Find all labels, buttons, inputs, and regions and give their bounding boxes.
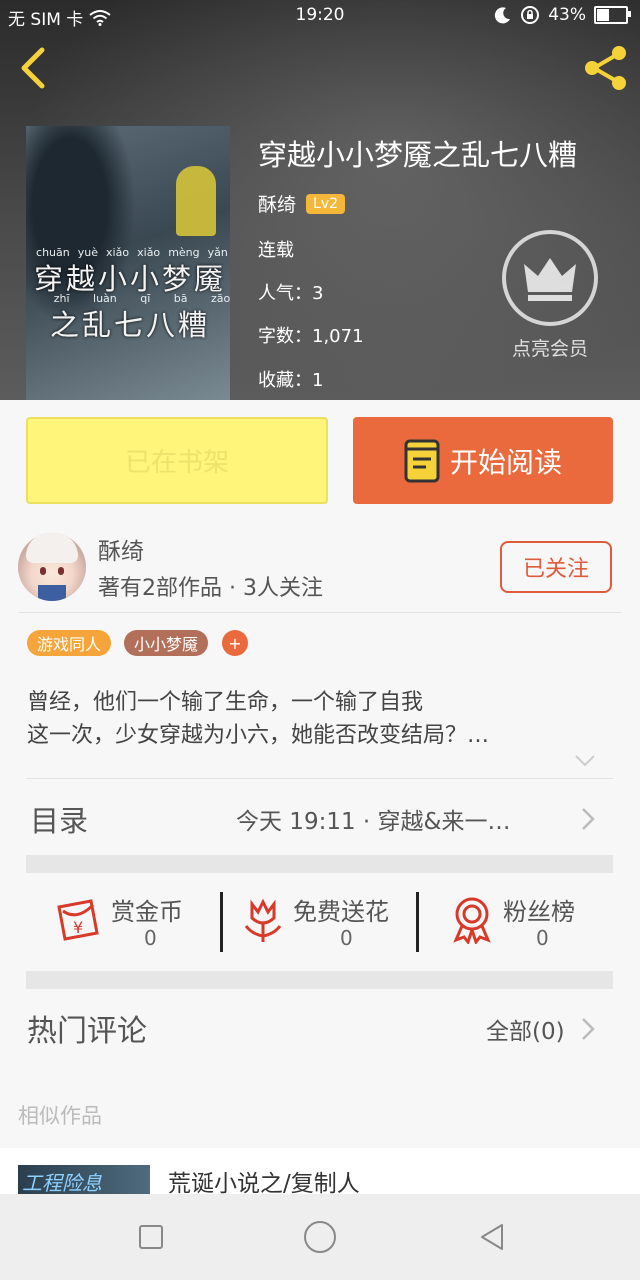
book-icon — [404, 439, 440, 482]
in-shelf-button[interactable]: 已在书架 — [26, 417, 328, 504]
section-separator — [26, 971, 613, 989]
follow-label: 已关注 — [522, 557, 589, 582]
chevron-right-icon[interactable] — [580, 1016, 596, 1042]
in-shelf-label: 已在书架 — [124, 448, 229, 478]
svg-text:¥: ¥ — [73, 918, 83, 937]
status-bar: 无 SIM 卡 19:20 43% — [0, 0, 640, 32]
back-button[interactable] — [14, 44, 54, 92]
cover-title-line2: 之乱七八糟 — [49, 308, 210, 342]
author-name[interactable]: 酥绮 — [98, 532, 144, 566]
stat-divider — [220, 892, 223, 952]
crown-icon — [524, 258, 576, 301]
stat-label: 免费送花 — [293, 898, 389, 926]
book-author-line: 酥绮 Lv2 — [258, 190, 346, 217]
stat-divider — [416, 892, 419, 952]
follow-button[interactable]: 已关注 — [500, 541, 612, 593]
similar-work-title: 荒诞小说之/复制人 — [168, 1171, 360, 1194]
author-stats: 著有2部作品 · 3人关注 — [98, 576, 323, 601]
similar-works-label: 相似作品 — [18, 1104, 102, 1128]
back-nav-icon[interactable] — [478, 1222, 506, 1252]
book-detail-content: 已在书架 开始阅读 酥绮 著有2部作品 · 3人关注 已关注 游戏同人 小小梦魇… — [0, 400, 640, 1194]
book-popularity: 人气：3 — [258, 283, 324, 304]
book-header: 无 SIM 卡 19:20 43% chuān yuè xiǎo xiǎo mè… — [0, 0, 640, 400]
cover-yellow-figure — [176, 166, 216, 236]
stat-label: 赏金币 — [111, 898, 183, 926]
similar-work-thumbnail: 工程险息 — [18, 1165, 150, 1194]
toc-latest-chapter[interactable]: 今天 19:11 · 穿越&来一… — [236, 802, 510, 836]
expand-chevron-icon[interactable] — [574, 754, 596, 768]
similar-work-item[interactable]: 工程险息 荒诞小说之/复制人 — [0, 1148, 640, 1194]
all-comments-link[interactable]: 全部(0) — [486, 1012, 565, 1046]
system-nav-bar — [0, 1194, 640, 1280]
chevron-right-icon[interactable] — [580, 806, 596, 832]
section-separator — [26, 855, 613, 873]
moon-icon — [495, 7, 511, 24]
book-word-count: 字数：1,071 — [258, 326, 364, 347]
author-avatar[interactable] — [18, 533, 86, 601]
flower-icon — [244, 898, 282, 942]
share-button[interactable] — [580, 42, 632, 94]
book-author[interactable]: 酥绮 — [258, 190, 296, 217]
red-envelope-icon: ¥ — [57, 899, 99, 941]
divider — [26, 778, 613, 779]
book-title: 穿越小小梦魇之乱七八糟 — [258, 138, 578, 172]
description-line1: 曾经，他们一个输了生命，一个输了自我 — [27, 690, 424, 715]
chevron-left-icon — [21, 47, 45, 89]
book-cover[interactable]: chuān yuè xiǎo xiǎo mèng yǎn 穿越小小梦魇 zhī luàn qī… — [26, 126, 230, 400]
rotation-lock-icon — [521, 6, 540, 24]
recent-apps-icon[interactable] — [138, 1224, 164, 1250]
stat-value: 0 — [144, 926, 157, 950]
vip-label[interactable]: 点亮会员 — [490, 334, 610, 361]
tag-little-nightmares[interactable]: 小小梦魇 — [124, 630, 209, 656]
book-favorites: 收藏：1 — [258, 370, 324, 391]
toc-label[interactable]: 目录 — [30, 798, 88, 840]
medal-icon — [453, 897, 491, 944]
add-tag-button[interactable]: + — [222, 630, 248, 656]
description-line2: 这一次，少女穿越为小六，她能否改变结局？… — [27, 723, 490, 748]
stat-value: 0 — [536, 926, 549, 950]
book-status: 连载 — [258, 240, 294, 261]
home-icon[interactable] — [303, 1220, 337, 1254]
divider — [18, 612, 622, 613]
thumbnail-text: 工程险息 — [22, 1171, 102, 1194]
tag-game-fanfic[interactable]: 游戏同人 — [27, 630, 112, 656]
stat-value: 0 — [340, 926, 353, 950]
level-badge: Lv2 — [306, 193, 346, 214]
vip-button[interactable] — [502, 230, 598, 326]
start-reading-button[interactable]: 开始阅读 — [353, 417, 613, 504]
stat-label: 粉丝榜 — [503, 898, 575, 926]
battery-percent: 43% — [548, 5, 586, 25]
hot-comments-label: 热门评论 — [27, 1014, 147, 1049]
start-reading-label: 开始阅读 — [449, 445, 562, 479]
battery-icon — [594, 6, 631, 24]
share-icon — [585, 46, 626, 90]
